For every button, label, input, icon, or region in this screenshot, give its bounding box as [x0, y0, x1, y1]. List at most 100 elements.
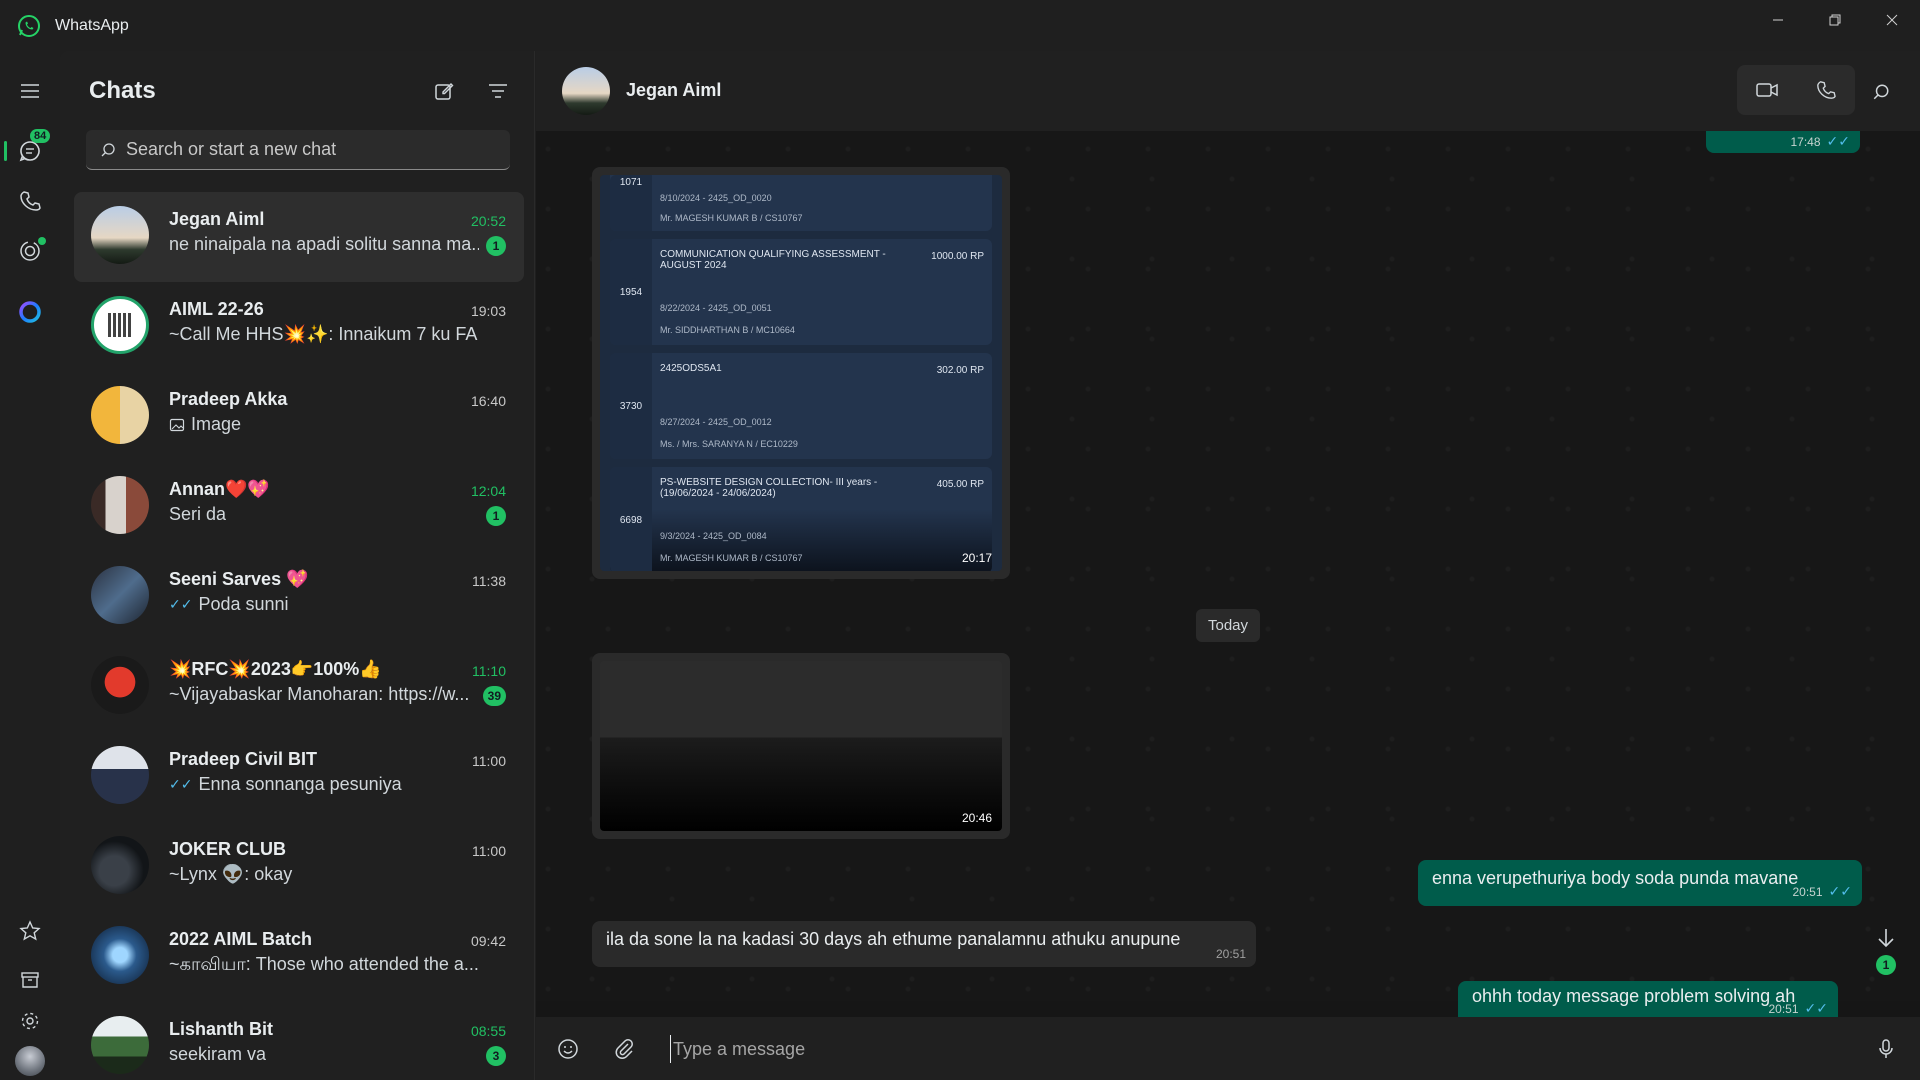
receipt-person: Ms. / Mrs. SARANYA N / EC10229 — [660, 439, 798, 449]
chat-time: 20:52 — [470, 213, 506, 229]
starred-nav-button[interactable] — [0, 911, 60, 951]
receipt-row: 1954 COMMUNICATION QUALIFYING ASSESSMENT… — [610, 239, 992, 345]
image-message[interactable]: 1071 8/10/2024 - 2425_OD_0020 Mr. MAGESH… — [592, 167, 1010, 579]
chat-item-aiml-22-26[interactable]: AIML 22-26 19:03 ~Call Me HHS💥✨: Innaiku… — [74, 282, 524, 372]
unread-badge: 39 — [482, 686, 506, 706]
conversation-panel: Jegan Aiml 17:48 ✓✓ 1071 8/10/2024 - 242… — [536, 51, 1920, 1080]
avatar — [91, 566, 149, 624]
search-icon — [101, 142, 115, 156]
chat-item-lishanth-bit[interactable]: Lishanth Bit 08:55 seekiram va 3 — [74, 1002, 524, 1080]
filter-button[interactable] — [486, 79, 510, 103]
phone-icon — [20, 191, 41, 211]
call-buttons — [1737, 65, 1855, 115]
receipt-title: 2425ODS5A1 — [660, 363, 722, 374]
contact-avatar[interactable] — [562, 67, 610, 115]
chat-preview-text: Enna sonnanga pesuniya — [198, 774, 402, 794]
attach-button[interactable] — [612, 1037, 636, 1061]
image-message[interactable]: 20:46 — [592, 653, 1010, 839]
message-text: ohhh today message problem solving ah — [1472, 985, 1796, 1006]
message-text: enna verupethuriya body soda punda mavan… — [1432, 867, 1799, 888]
outgoing-message[interactable]: enna verupethuriya body soda punda mavan… — [1418, 860, 1862, 906]
video-camera-icon — [1755, 83, 1778, 97]
message-time: 20:51 — [1792, 884, 1823, 899]
minimize-button[interactable] — [1749, 0, 1806, 40]
whatsapp-logo-icon — [18, 14, 40, 37]
search-icon — [1873, 84, 1889, 100]
voice-call-button[interactable] — [1796, 65, 1855, 115]
chat-item-annan[interactable]: Annan❤️💖 12:04 Seri da 1 — [74, 462, 524, 552]
message-time: 20:51 — [1768, 1001, 1799, 1016]
scroll-to-bottom-button[interactable]: 1 — [1866, 927, 1906, 987]
app-title: WhatsApp — [55, 16, 129, 34]
meta-ai-button[interactable] — [0, 292, 60, 332]
image-icon — [169, 418, 185, 431]
chat-time: 11:38 — [472, 573, 506, 589]
chat-preview: ✓✓ Enna sonnanga pesuniya — [169, 774, 479, 795]
message-time: 20:46 — [961, 811, 992, 825]
chat-name: Annan❤️💖 — [169, 479, 270, 499]
chat-name: Jegan Aiml — [169, 209, 265, 229]
chat-preview: ~Vijayabaskar Manoharan: https://w... — [169, 684, 479, 705]
partial-outgoing-message[interactable]: 17:48 ✓✓ — [1706, 131, 1860, 153]
new-chat-button[interactable] — [432, 79, 456, 103]
avatar — [91, 476, 149, 534]
unread-badge: 1 — [486, 236, 506, 256]
chat-name: Seeni Sarves 💖 — [169, 569, 309, 589]
voice-message-button[interactable] — [1874, 1037, 1898, 1061]
chat-time: 11:10 — [472, 663, 506, 679]
receipt-person: Mr. MAGESH KUMAR B / CS10767 — [660, 553, 803, 563]
message-input[interactable] — [670, 1035, 1790, 1063]
chat-preview-text: ~Call Me HHS💥✨: Innaikum 7 ku FA — [169, 324, 478, 344]
avatar — [91, 386, 149, 444]
search-in-chat-button[interactable] — [1866, 77, 1896, 107]
chat-list-title: Chats — [89, 77, 156, 104]
restore-button[interactable] — [1806, 0, 1863, 40]
chat-item-seeni-sarves[interactable]: Seeni Sarves 💖 11:38 ✓✓ Poda sunni — [74, 552, 524, 642]
chat-item-pradeep-akka[interactable]: Pradeep Akka 16:40 Image — [74, 372, 524, 462]
arrow-down-icon — [1878, 929, 1894, 948]
contact-name[interactable]: Jegan Aiml — [626, 80, 721, 101]
calls-nav-button[interactable] — [0, 181, 60, 221]
read-ticks-icon: ✓✓ — [1828, 883, 1852, 899]
chat-name: JOKER CLUB — [169, 839, 287, 859]
chat-time: 19:03 — [470, 303, 506, 319]
restore-icon — [1829, 14, 1840, 26]
chat-item-rfc-2023[interactable]: 💥RFC💥2023👉100%👍 11:10 ~Vijayabaskar Mano… — [74, 642, 524, 732]
close-button[interactable] — [1863, 0, 1920, 40]
chat-item-2022-aiml-batch[interactable]: 2022 AIML Batch 09:42 ~காவியா: Those who… — [74, 912, 524, 1002]
chat-icon — [19, 141, 40, 162]
chat-name: Lishanth Bit — [169, 1019, 273, 1039]
video-call-button[interactable] — [1737, 65, 1796, 115]
chat-preview: ~Call Me HHS💥✨: Innaikum 7 ku FA — [169, 324, 479, 345]
incoming-message[interactable]: ila da sone la na kadasi 30 days ah ethu… — [592, 921, 1256, 967]
chat-item-jegan-aiml[interactable]: Jegan Aiml 20:52 ne ninaipala na apadi s… — [74, 192, 524, 282]
unread-badge: 3 — [486, 1046, 506, 1066]
phone-icon — [1816, 81, 1836, 99]
dark-image: 20:46 — [600, 661, 1002, 831]
receipt-number: 1954 — [610, 239, 652, 345]
chat-preview: ne ninaipala na apadi solitu sanna ma... — [169, 234, 479, 255]
avatar — [91, 836, 149, 894]
receipt-date: 8/22/2024 - 2425_OD_0051 — [660, 303, 772, 313]
chats-nav-button[interactable]: 84 — [0, 129, 60, 171]
chat-item-joker-club[interactable]: JOKER CLUB 11:00 ~Lynx 👽: okay — [74, 822, 524, 912]
menu-button[interactable] — [0, 71, 60, 111]
chat-list-panel: Chats Jegan Aiml 20:52 ne ninaipala na a… — [60, 51, 535, 1080]
message-text: ila da sone la na kadasi 30 days ah ethu… — [606, 928, 1181, 949]
chat-item-pradeep-civil-bit[interactable]: Pradeep Civil BIT 11:00 ✓✓ Enna sonnanga… — [74, 732, 524, 822]
message-time: 20:51 — [1215, 947, 1246, 961]
settings-nav-button[interactable] — [0, 1001, 60, 1041]
avatar — [91, 926, 149, 984]
status-icon — [20, 241, 40, 261]
receipt-row: 6698 PS-WEBSITE DESIGN COLLECTION- III y… — [610, 467, 992, 571]
emoji-button[interactable] — [556, 1037, 580, 1061]
search-input[interactable] — [126, 139, 486, 160]
archived-nav-button[interactable] — [0, 960, 60, 1000]
outgoing-message[interactable]: ohhh today message problem solving ah 20… — [1458, 981, 1838, 1017]
read-ticks-icon: ✓✓ — [1804, 1000, 1828, 1016]
active-indicator — [4, 141, 7, 161]
chat-preview: ✓✓ Poda sunni — [169, 594, 479, 615]
receipt-number: 6698 — [610, 467, 652, 571]
profile-button[interactable] — [0, 1041, 60, 1080]
status-nav-button[interactable] — [0, 231, 60, 271]
